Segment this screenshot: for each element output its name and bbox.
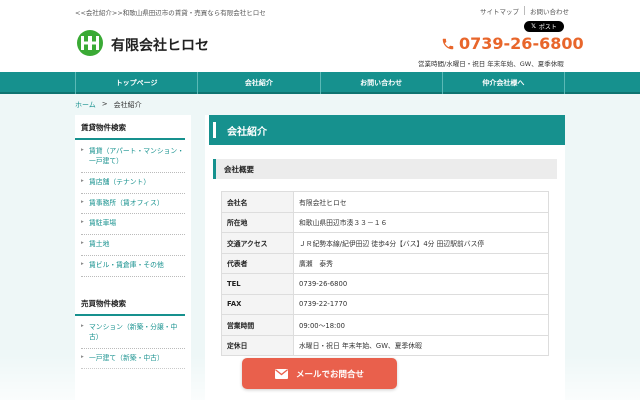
breadcrumb-separator: >: [101, 100, 108, 108]
sidebar-item-rental-other[interactable]: 賃ビル・賃倉庫・その他: [81, 256, 185, 277]
sidebar-item-rental-housing[interactable]: 賃貸（アパート・マンション・一戸建て）: [81, 142, 185, 173]
sale-search-list: マンション（新築・分譲・中古） 一戸建て（新築・中古）: [75, 316, 191, 370]
table-row: 交通アクセス ＪＲ紀勢本線/紀伊田辺 徒歩4分【バス】4分 田辺駅前バス停: [221, 232, 549, 254]
phone-number-text: 0739-26-6800: [459, 34, 584, 53]
table-row: 営業時間 09:00～18:00: [221, 314, 549, 336]
company-logo-icon[interactable]: [77, 30, 103, 56]
nav-top-page[interactable]: トップページ: [76, 72, 199, 94]
sidebar-item-sale-house[interactable]: 一戸建て（新築・中古）: [81, 349, 185, 370]
table-row: TEL 0739-26-6800: [221, 273, 549, 295]
x-logo-icon: 𝕏: [531, 23, 536, 30]
sidebar-item-sale-mansion[interactable]: マンション（新築・分譲・中古）: [81, 318, 185, 349]
row-value: 09:00～18:00: [293, 314, 549, 336]
row-label: 定休日: [221, 334, 294, 356]
row-value: 0739-26-6800: [293, 273, 549, 295]
breadcrumb: ホーム > 会社紹介: [75, 100, 142, 110]
row-label: 営業時間: [221, 314, 294, 336]
phone-number[interactable]: 0739-26-6800: [441, 34, 584, 53]
row-label: TEL: [221, 273, 294, 295]
row-label: 会社名: [221, 191, 294, 213]
sidebar-item-rental-office[interactable]: 賃事務所（賃オフィス）: [81, 194, 185, 215]
table-row: 会社名 有限会社ヒロセ: [221, 191, 549, 213]
row-value: 廣瀬 泰秀: [293, 252, 549, 274]
company-name[interactable]: 有限会社ヒロセ: [111, 35, 209, 55]
table-row: 定休日 水曜日・祝日 年末年始、GW、夏季休暇: [221, 334, 549, 356]
envelope-icon: [274, 368, 288, 379]
hh-logo-icon: [81, 36, 99, 50]
nav-company[interactable]: 会社紹介: [198, 72, 321, 94]
breadcrumb-home[interactable]: ホーム: [75, 100, 96, 110]
row-value: 有限会社ヒロセ: [293, 191, 549, 213]
sidebar-item-rental-parking[interactable]: 賃駐車場: [81, 214, 185, 236]
x-post-button[interactable]: 𝕏 ポスト: [524, 21, 564, 32]
nav-contact[interactable]: お問い合わせ: [321, 72, 443, 94]
row-value: 和歌山県田辺市湊３３－１６: [293, 211, 549, 233]
mail-contact-button[interactable]: メールでお問合せ: [242, 358, 397, 389]
row-label: 代表者: [221, 252, 294, 274]
company-info-table: 会社名 有限会社ヒロセ 所在地 和歌山県田辺市湊３３－１６ 交通アクセス ＪＲ紀勢本線…: [221, 191, 549, 356]
sidebar-item-rental-land[interactable]: 賃土地: [81, 235, 185, 257]
row-value: 水曜日・祝日 年末年始、GW、夏季休暇: [293, 334, 549, 356]
global-nav: トップページ 会社紹介 お問い合わせ 仲介会社様へ: [0, 72, 640, 94]
sidebar-item-rental-store[interactable]: 賃店舗（テナント）: [81, 173, 185, 194]
row-label: 交通アクセス: [221, 232, 294, 254]
row-value: 0739-22-1770: [293, 293, 549, 315]
rent-search-heading: 賃貸物件検索: [75, 115, 185, 140]
contact-top-link[interactable]: お問い合わせ: [525, 6, 574, 16]
phone-icon: [442, 38, 454, 49]
breadcrumb-current: 会社紹介: [113, 101, 142, 109]
mail-contact-label: メールでお問合せ: [295, 369, 364, 380]
table-row: 所在地 和歌山県田辺市湊３３－１６: [221, 211, 549, 233]
page-title: 会社紹介: [205, 115, 565, 145]
business-hours: 営業時間/水曜日・祝日 年末年始、GW、夏季休暇: [418, 60, 564, 68]
site-tagline: <<会社紹介>>和歌山県田辺市の賃貸・売買なら有限会社ヒロセ: [75, 9, 266, 17]
sitemap-link[interactable]: サイトマップ: [475, 6, 524, 16]
row-label: 所在地: [221, 211, 294, 233]
site-header: <<会社紹介>>和歌山県田辺市の賃貸・売買なら有限会社ヒロセ サイトマップ お問…: [0, 0, 640, 72]
section-heading: 会社概要: [213, 159, 557, 179]
row-label: FAX: [221, 293, 294, 315]
x-post-label: ポスト: [538, 24, 557, 31]
sidebar: 賃貸物件検索 賃貸（アパート・マンション・一戸建て） 賃店舗（テナント） 賃事務…: [75, 115, 191, 400]
sale-search-heading: 売買物件検索: [75, 291, 185, 316]
table-row: FAX 0739-22-1770: [221, 293, 549, 315]
row-value: ＪＲ紀勢本線/紀伊田辺 徒歩4分【バス】4分 田辺駅前バス停: [293, 232, 549, 254]
rent-search-list: 賃貸（アパート・マンション・一戸建て） 賃店舗（テナント） 賃事務所（賃オフィス…: [75, 140, 191, 277]
table-row: 代表者 廣瀬 泰秀: [221, 252, 549, 274]
nav-brokers[interactable]: 仲介会社様へ: [443, 72, 565, 94]
top-links: サイトマップ お問い合わせ: [475, 6, 574, 16]
